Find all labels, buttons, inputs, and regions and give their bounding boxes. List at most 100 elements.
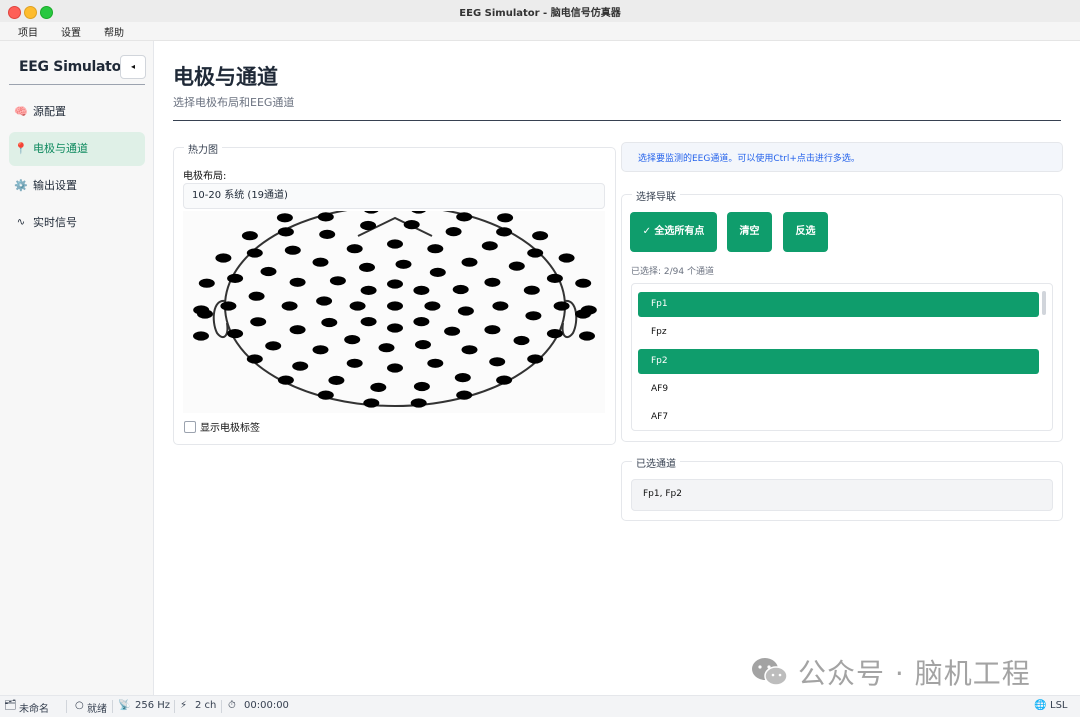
sidebar-item-source-config[interactable]: 🧠 源配置 (9, 95, 145, 129)
electrode-dot (220, 301, 237, 311)
sidebar-item-label: 源配置 (33, 105, 66, 118)
gear-icon: ⚙️ (14, 179, 28, 192)
electrode-dot (215, 253, 232, 263)
electrode-dot (227, 329, 244, 339)
electrode-dot (452, 284, 469, 295)
electrode-dot (387, 239, 403, 249)
status-separator (221, 700, 222, 713)
electrode-dot (378, 343, 395, 353)
electrode-dot (484, 277, 501, 287)
electrode-dot (456, 390, 473, 400)
menu-project[interactable]: 项目 (18, 24, 38, 39)
electrode-dot (413, 317, 430, 327)
electrode-dot (284, 245, 301, 255)
electrode-dot (281, 301, 298, 311)
sidebar-item-electrodes[interactable]: 📍 电极与通道 (9, 132, 145, 166)
selected-channels-value: Fp1, Fp2 (643, 489, 682, 499)
channel-info-text: 选择要监测的EEG通道。可以使用Ctrl+点击进行多选。 (638, 154, 860, 164)
header-divider (173, 120, 1061, 121)
electrode-layout-value: 10-20 系统 (19通道) (192, 190, 288, 201)
electrode-dot (523, 285, 540, 295)
menu-settings[interactable]: 设置 (61, 24, 81, 39)
electrode-dot (525, 311, 542, 321)
electrode-dot (427, 358, 444, 368)
invert-button[interactable]: 反选 (783, 212, 828, 252)
electrode-dot (445, 227, 462, 237)
electrode-dot (363, 398, 380, 408)
electrode-dot (489, 357, 506, 367)
electrode-layout-select[interactable]: 10-20 系统 (19通道) (183, 183, 605, 209)
title-bar: EEG Simulator - 脑电信号仿真器 (0, 0, 1080, 23)
electrode-dot (427, 244, 444, 254)
electrode-dot (328, 375, 345, 385)
electrode-dot (575, 278, 592, 288)
head-map-svg (193, 194, 597, 408)
electrode-dot (317, 390, 334, 400)
status-bar: 🗂 未命名 ○ 就绪 📡 256 Hz ⚡ 2 ch ⏱ 00:00:00 🌐 … (0, 695, 1080, 717)
electrode-dot (360, 317, 377, 327)
channel-item-label: Fpz (651, 327, 667, 337)
electrode-layout-label: 电极布局: (183, 171, 227, 182)
electrode-dot (344, 335, 361, 345)
selected-count: 已选择: 2/94 个通道 (631, 267, 714, 277)
electrode-dot (316, 296, 333, 306)
channels-icon: ⚡ (180, 700, 188, 711)
electrode-dot (289, 277, 306, 287)
electrode-dot (319, 229, 336, 239)
channel-item-fp2[interactable]: Fp2 (638, 349, 1039, 374)
clear-button[interactable]: 清空 (727, 212, 772, 252)
electrode-dot (198, 278, 215, 288)
status-dot-icon: ○ (75, 700, 84, 711)
electrode-dot (250, 317, 267, 327)
electrode-dot (395, 259, 412, 269)
electrode-dot (527, 354, 544, 364)
electrode-dot (546, 329, 563, 339)
electrode-dot (492, 301, 509, 311)
electrode-dot (349, 301, 366, 311)
electrode-dot (193, 331, 209, 341)
electrode-head-map[interactable] (183, 194, 605, 413)
status-separator (174, 700, 175, 713)
electrode-dot (246, 248, 263, 258)
status-state: 就绪 (87, 704, 107, 715)
electrode-dot (413, 381, 430, 392)
channel-item-fp1[interactable]: Fp1 (638, 292, 1039, 317)
app-brand: EEG Simulator (19, 59, 128, 75)
channel-item-label: AF9 (651, 384, 669, 394)
select-all-button[interactable]: ✓ 全选所有点 (630, 212, 717, 252)
sidebar: EEG Simulator ◂ 🧠 源配置 📍 电极与通道 ⚙️ 输出设置 ∿ … (0, 41, 154, 695)
timer-icon: ⏱ (228, 700, 236, 711)
electrode-dot (403, 220, 420, 230)
brain-icon: 🧠 (14, 105, 28, 118)
sidebar-item-output[interactable]: ⚙️ 输出设置 (9, 169, 145, 203)
electrode-dot (246, 354, 263, 364)
electrode-dot (513, 335, 530, 346)
electrode-dot (277, 375, 294, 385)
channel-list-scrollbar[interactable] (1042, 291, 1046, 315)
electrode-dot (415, 340, 431, 350)
electrode-dot (241, 231, 258, 241)
electrode-dot (461, 345, 478, 355)
sidebar-item-realtime[interactable]: ∿ 实时信号 (9, 206, 145, 240)
pin-icon: 📍 (14, 142, 28, 155)
selected-channels-group-title: 已选通道 (632, 455, 680, 470)
channel-item-af9[interactable]: AF9 (638, 377, 1039, 402)
channel-item-fpz[interactable]: Fpz (638, 320, 1039, 345)
page-title: 电极与通道 (173, 65, 278, 89)
channel-list[interactable]: Fp1 Fpz Fp2 AF9 AF7 (631, 283, 1053, 431)
collapse-sidebar-button[interactable]: ◂ (120, 55, 146, 79)
electrode-dot (248, 291, 265, 301)
menu-help[interactable]: 帮助 (104, 24, 124, 39)
electrode-dot (321, 317, 338, 328)
channel-item-af7[interactable]: AF7 (638, 405, 1039, 430)
brand-divider (9, 84, 145, 85)
channel-item-label: Fp2 (651, 356, 668, 366)
show-labels-text: 显示电极标签 (200, 423, 260, 434)
status-sample-rate: 256 Hz (135, 700, 171, 711)
electrode-dot (496, 227, 513, 237)
lead-select-group-title: 选择导联 (632, 188, 680, 203)
electrode-dot (265, 341, 282, 351)
heatmap-group-title: 热力图 (184, 141, 222, 156)
show-electrode-labels-checkbox[interactable]: 显示电极标签 (184, 419, 260, 434)
status-file-name: 未命名 (19, 704, 49, 715)
